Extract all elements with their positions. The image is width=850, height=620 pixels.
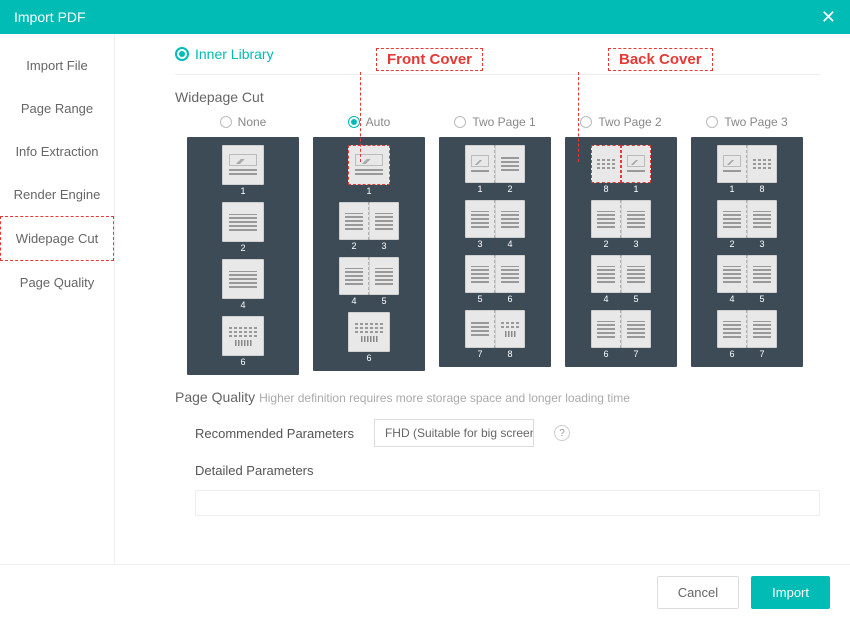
- dialog-header: Import PDF ✕: [0, 0, 850, 34]
- help-icon[interactable]: ?: [554, 425, 570, 441]
- option-two-page-3[interactable]: Two Page 3 18 23 45 67: [691, 115, 803, 375]
- radio-icon: [580, 116, 592, 128]
- sidebar-item-page-quality[interactable]: Page Quality: [0, 261, 114, 304]
- widepage-cut-title: Widepage Cut: [175, 89, 820, 105]
- annotation-line-back: [578, 72, 579, 162]
- recommended-select[interactable]: FHD (Suitable for big screen: [374, 419, 534, 447]
- option-auto[interactable]: Auto 1 23 45 6: [313, 115, 425, 375]
- recommended-label: Recommended Parameters: [195, 426, 354, 441]
- main-content: Inner Library Widepage Cut None 1 2 4 6 …: [115, 34, 850, 564]
- dialog-title: Import PDF: [14, 9, 86, 25]
- annotation-line-front: [360, 72, 361, 162]
- annotation-back-cover: Back Cover: [608, 48, 713, 71]
- page-quality-hint: Higher definition requires more storage …: [259, 391, 630, 405]
- preview-tp2: 81 23 45 67: [565, 137, 677, 367]
- sidebar-item-info-extraction[interactable]: Info Extraction: [0, 130, 114, 173]
- sidebar-item-widepage-cut[interactable]: Widepage Cut: [0, 216, 114, 261]
- dialog-footer: Cancel Import: [0, 564, 850, 620]
- sidebar-item-import-file[interactable]: Import File: [0, 44, 114, 87]
- inner-library-label: Inner Library: [195, 46, 274, 62]
- preview-tp1: 12 34 56 78: [439, 137, 551, 367]
- cancel-button[interactable]: Cancel: [657, 576, 739, 609]
- inner-library-radio[interactable]: Inner Library: [175, 46, 820, 75]
- close-icon[interactable]: ✕: [821, 7, 836, 28]
- option-none[interactable]: None 1 2 4 6: [187, 115, 299, 375]
- detailed-params-label: Detailed Parameters: [195, 463, 820, 478]
- detailed-params-box: [195, 490, 820, 516]
- option-two-page-2[interactable]: Two Page 2 81 23 45 67: [565, 115, 677, 375]
- widepage-options-row: None 1 2 4 6 Auto 1 23 45 6: [187, 115, 820, 375]
- radio-checked-icon: [348, 116, 360, 128]
- radio-icon: [220, 116, 232, 128]
- sidebar: Import File Page Range Info Extraction R…: [0, 34, 115, 564]
- radio-icon: [706, 116, 718, 128]
- preview-auto: 1 23 45 6: [313, 137, 425, 371]
- sidebar-item-render-engine[interactable]: Render Engine: [0, 173, 114, 216]
- front-cover-page: [348, 145, 390, 185]
- page-quality-title: Page Quality Higher definition requires …: [175, 389, 820, 405]
- preview-tp3: 18 23 45 67: [691, 137, 803, 367]
- annotation-front-cover: Front Cover: [376, 48, 483, 71]
- import-button[interactable]: Import: [751, 576, 830, 609]
- radio-checked-icon: [175, 47, 189, 61]
- sidebar-item-page-range[interactable]: Page Range: [0, 87, 114, 130]
- option-two-page-1[interactable]: Two Page 1 12 34 56 78: [439, 115, 551, 375]
- radio-icon: [454, 116, 466, 128]
- preview-none: 1 2 4 6: [187, 137, 299, 375]
- back-cover-page: [591, 145, 621, 183]
